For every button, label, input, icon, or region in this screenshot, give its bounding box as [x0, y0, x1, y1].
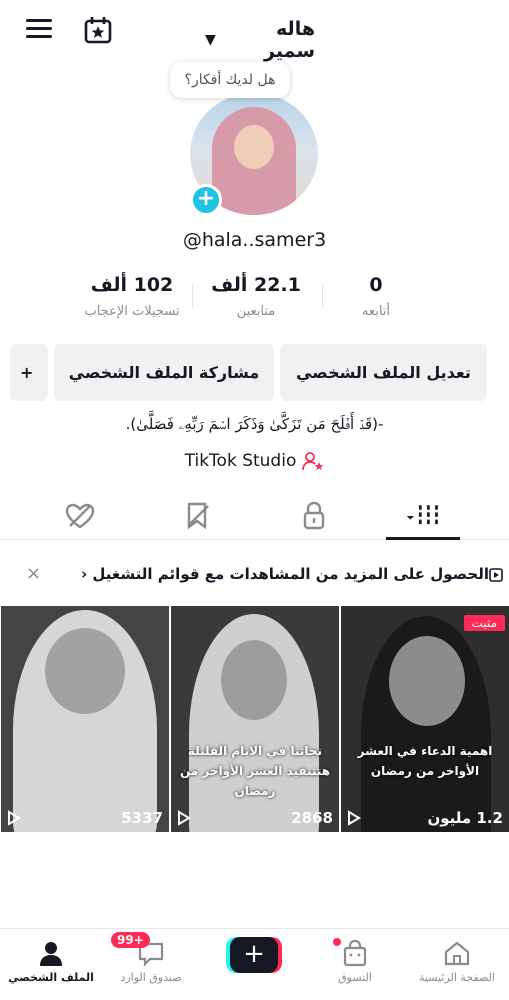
divider [322, 284, 323, 308]
video-caption: اهمية الدعاء في العشر الأواخر من رمضان [357, 744, 493, 778]
profile-stats: 0 أتابعه 22.1 ألف متابعين 102 ألف تسجيلا… [0, 274, 509, 334]
likes-label: تسجيلات الإعجاب [84, 304, 180, 319]
username: @hala..samer3 [182, 229, 327, 251]
view-count: 1.2 مليون [427, 809, 503, 827]
video-thumbnail[interactable]: مثبت اهمية الدعاء في العشر الأواخر من رم… [341, 606, 509, 832]
add-friend-button[interactable]: + [10, 344, 48, 401]
playlist-icon [489, 568, 503, 582]
nav-shop[interactable]: التسوق [310, 939, 400, 984]
nav-home[interactable]: الصفحة الرئيسية [412, 939, 502, 984]
divider [192, 284, 193, 308]
play-icon [8, 810, 21, 826]
share-profile-button[interactable]: مشاركة الملف الشخصي [54, 344, 274, 401]
plus-icon: + [230, 937, 278, 973]
account-switcher[interactable]: هاله سمير ▼ [205, 18, 315, 62]
top-bar: هاله سمير ▼ [0, 0, 509, 62]
profile-tabs [0, 492, 509, 540]
promo-text: الحصول على المزيد من المشاهدات مع قوائم … [81, 565, 489, 583]
studio-label: TikTok Studio [184, 451, 297, 471]
followers-label: متابعين [236, 304, 276, 319]
stat-following[interactable]: 0 أتابعه [340, 274, 412, 319]
nav-shop-label: التسوق [338, 971, 372, 984]
view-count: 5337 [121, 809, 163, 827]
video-thumbnail[interactable]: نجاتنا في الايام القليلة هتتنفيد العشر ا… [171, 606, 339, 832]
following-count: 0 [369, 274, 383, 296]
bottom-navigation: الصفحة الرئيسية التسوق + صندوق الوارد ال… [0, 928, 509, 1000]
nav-profile-label: الملف الشخصي [8, 971, 94, 984]
hamburger-menu-icon[interactable] [26, 19, 52, 41]
close-icon[interactable]: × [26, 563, 41, 584]
nav-profile[interactable]: الملف الشخصي [6, 939, 96, 984]
active-tab-indicator [386, 537, 460, 540]
note-bubble[interactable]: هل لديك أفكار؟ [170, 62, 290, 98]
stat-likes[interactable]: 102 ألف تسجيلات الإعجاب [72, 274, 192, 319]
following-label: أتابعه [361, 304, 391, 319]
calendar-star-icon[interactable] [83, 15, 113, 45]
videos-tab-grid-icon[interactable] [405, 500, 441, 532]
nav-inbox-label: صندوق الوارد [120, 971, 182, 984]
inbox-badge: 99+ [111, 932, 150, 948]
stat-followers[interactable]: 22.1 ألف متابعين [196, 274, 316, 319]
video-grid: مثبت اهمية الدعاء في العشر الأواخر من رم… [0, 606, 509, 832]
pinned-badge: مثبت [463, 615, 505, 631]
shopping-bag-icon [343, 939, 367, 967]
profile-icon [40, 942, 62, 966]
person-star-icon [302, 452, 324, 471]
video-caption: نجاتنا في الايام القليلة هتتنفيد العشر ا… [179, 744, 331, 798]
view-count: 2868 [291, 809, 333, 827]
likes-count: 102 ألف [90, 274, 174, 296]
followers-count: 22.1 ألف [211, 274, 301, 296]
notification-dot [333, 938, 341, 946]
chevron-down-icon: ▼ [205, 32, 216, 48]
favorites-tab-bookmark-icon[interactable] [180, 500, 216, 532]
play-icon [348, 810, 361, 826]
tiktok-studio-link[interactable]: TikTok Studio [0, 451, 509, 471]
nav-home-label: الصفحة الرئيسية [419, 971, 495, 984]
account-name: هاله سمير [264, 18, 315, 62]
video-thumbnail[interactable]: 5337 [1, 606, 169, 832]
add-story-plus-icon[interactable]: + [190, 184, 222, 216]
edit-profile-button[interactable]: تعديل الملف الشخصي [280, 344, 487, 401]
playlist-promo-banner[interactable]: الحصول على المزيد من المشاهدات مع قوائم … [0, 555, 509, 595]
create-button[interactable]: + [226, 937, 282, 973]
play-icon [178, 810, 191, 826]
home-icon [444, 941, 470, 966]
liked-videos-tab-heart-icon[interactable] [62, 500, 98, 532]
bio-text: -(قَدۡ أَفۡلَحَ مَن تَزَكَّىٰ وَذَكَرَ ا… [125, 415, 384, 433]
private-tab-lock-icon[interactable] [296, 500, 332, 532]
